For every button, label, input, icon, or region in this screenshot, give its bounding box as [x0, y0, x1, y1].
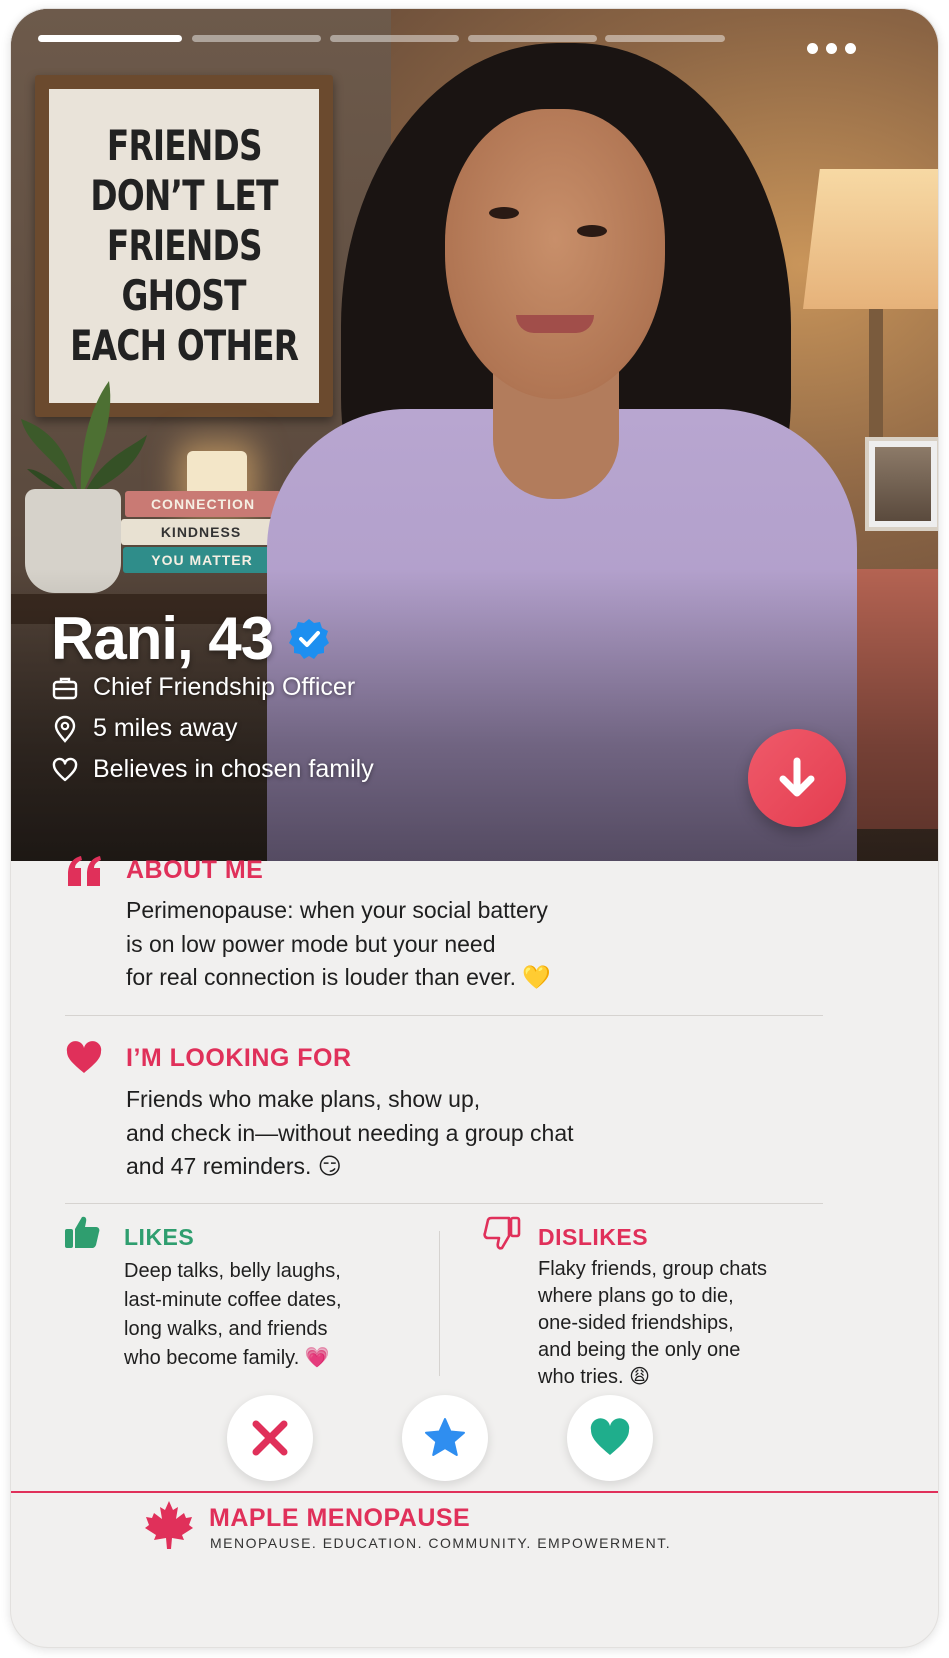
distance-text: 5 miles away [93, 714, 238, 742]
plant-illustration [21, 381, 147, 497]
arrow-down-icon [779, 757, 815, 797]
expand-profile-button[interactable] [748, 729, 846, 827]
picture-frame [865, 437, 938, 531]
x-icon [252, 1420, 288, 1456]
quote-icon [68, 856, 101, 886]
belief-text: Believes in chosen family [93, 755, 374, 783]
looking-for-title: I’M LOOKING FOR [126, 1044, 352, 1072]
about-me-text: Perimenopause: when your social battery … [126, 897, 551, 990]
book: CONNECTION [125, 491, 281, 517]
sign-line: GHOST [121, 271, 247, 320]
about-me-title: ABOUT ME [126, 856, 264, 884]
briefcase-icon [52, 677, 78, 699]
likes-title: LIKES [124, 1224, 195, 1250]
wall-sign: FRIENDS DON’T LET FRIENDS GHOST EACH OTH… [35, 75, 333, 417]
job-row: Chief Friendship Officer [51, 673, 355, 702]
brand-name: MAPLE MENOPAUSE [209, 1504, 471, 1532]
divider [65, 1203, 823, 1204]
maple-leaf-icon [145, 1501, 193, 1549]
column-divider [439, 1231, 440, 1376]
divider [65, 1015, 823, 1016]
thumbs-down-icon [483, 1216, 521, 1250]
dislikes-title: DISLIKES [538, 1224, 649, 1250]
photo-progress[interactable] [192, 35, 321, 42]
footer-divider [11, 1491, 938, 1493]
person-face [445, 109, 665, 399]
photo-progress[interactable] [468, 35, 597, 42]
likes-text: Deep talks, belly laughs, last-minute co… [124, 1260, 342, 1369]
looking-for-text: Friends who make plans, show up, and che… [126, 1086, 574, 1179]
brand-tagline: MENOPAUSE. EDUCATION. COMMUNITY. EMPOWER… [210, 1535, 672, 1551]
photo-progress[interactable] [605, 35, 725, 42]
lamp [803, 169, 938, 309]
profile-card: FRIENDS DON’T LET FRIENDS GHOST EACH OTH… [10, 8, 939, 1648]
dislikes-text: Flaky friends, group chats where plans g… [538, 1258, 767, 1388]
heart-outline-icon [52, 757, 78, 781]
sign-line: FRIENDS [106, 221, 263, 270]
photo-progress-active[interactable] [38, 35, 182, 42]
reject-button[interactable] [227, 1395, 313, 1481]
heart-icon [590, 1418, 630, 1455]
thumbs-up-icon [65, 1216, 100, 1248]
belief-row: Believes in chosen family [51, 755, 374, 784]
more-options-icon[interactable] [807, 43, 856, 54]
book: KINDNESS [121, 519, 281, 545]
profile-name-age: Rani, 43 [51, 605, 274, 672]
star-icon [425, 1418, 465, 1456]
photo-progress[interactable] [330, 35, 459, 42]
job-title: Chief Friendship Officer [93, 673, 356, 701]
verified-badge-icon [289, 618, 330, 659]
heart-icon [66, 1041, 102, 1073]
sign-line: EACH OTHER [69, 321, 299, 370]
location-pin-icon [54, 715, 76, 743]
sign-line: FRIENDS [106, 121, 263, 170]
distance-row: 5 miles away [51, 714, 238, 743]
sign-line: DON’T LET [90, 171, 278, 220]
super-like-button[interactable] [402, 1395, 488, 1481]
like-button[interactable] [567, 1395, 653, 1481]
